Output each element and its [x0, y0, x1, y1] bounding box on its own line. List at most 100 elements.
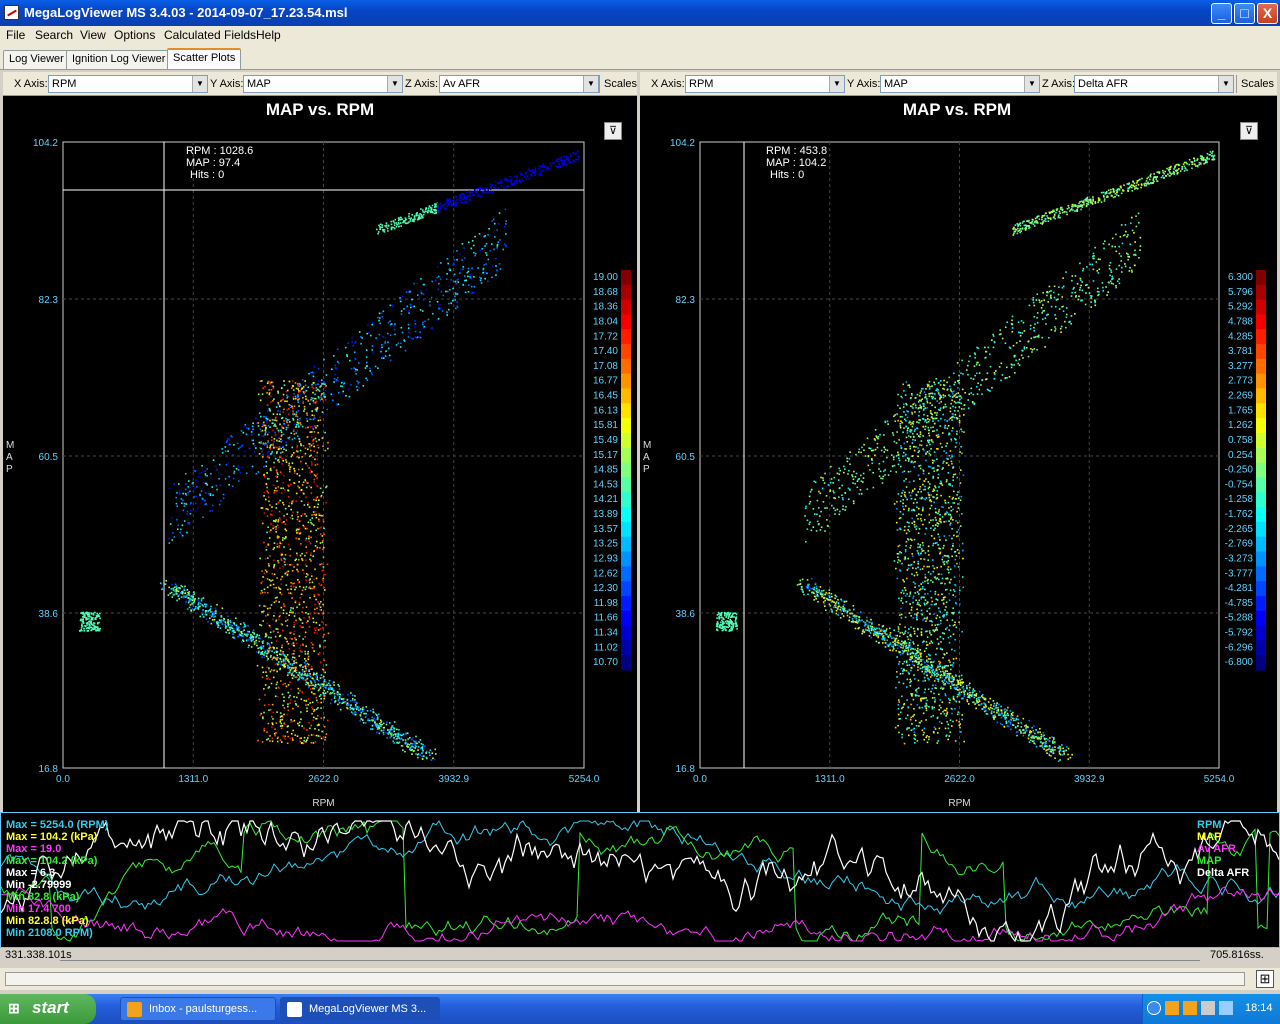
x-tick-label: 3932.9 [1074, 774, 1105, 785]
x-tick-label: 5254.0 [569, 774, 600, 785]
y-tick-label: 104.2 [33, 138, 58, 149]
y-axis-select[interactable]: MAP ▼ [243, 75, 403, 93]
grid-icon[interactable]: ⊞ [1256, 970, 1274, 988]
scales-button[interactable]: Scales [1236, 75, 1278, 93]
color-scale-segment [1256, 329, 1266, 345]
taskbar-item-inbox[interactable]: Inbox - paulsturgess... [120, 997, 276, 1021]
chevron-down-icon: ▼ [387, 76, 402, 92]
color-scale-segment [1256, 625, 1266, 641]
tray-icon[interactable] [1219, 1001, 1233, 1015]
color-scale-label: 1.765 [1228, 405, 1253, 416]
color-scale-segment [621, 447, 631, 464]
color-scale-label: 0.254 [1228, 450, 1253, 461]
color-scale-segment [621, 492, 631, 508]
y-axis-select[interactable]: MAP ▼ [880, 75, 1040, 93]
y-tick-label: 82.3 [676, 295, 696, 306]
close-button[interactable]: X [1257, 3, 1278, 24]
tray-icon[interactable] [1165, 1001, 1179, 1015]
color-scale-segment [1256, 566, 1266, 582]
color-scale-segment [1256, 403, 1266, 419]
color-scale-label: 4.788 [1228, 316, 1253, 327]
color-scale-segment [621, 284, 631, 301]
scatter-canvas[interactable]: 104.282.360.538.616.80.0 1311.0 2622.0 3932… [3, 96, 637, 812]
z-axis-label: Z Axis: [405, 78, 439, 90]
strip-trace [1, 820, 1279, 915]
color-scale-label: 14.53 [593, 479, 618, 490]
time-bar: 331.338.101s 705.816ss. [0, 948, 1280, 964]
menu-view[interactable]: View [80, 28, 106, 42]
color-scale-label: 13.25 [593, 539, 618, 550]
cursor-readout: MAP : 97.4 [186, 157, 240, 169]
color-scale-label: 12.30 [593, 583, 618, 594]
y-axis-label: Y Axis: [847, 78, 881, 90]
log-strip-chart[interactable]: Max = 5254.0 (RPM) Max = 104.2 (kPa) Max =… [0, 812, 1280, 948]
color-scale-segment [1256, 432, 1266, 449]
color-scale-label: 11.02 [594, 642, 619, 653]
x-tick-label: 3932.9 [438, 774, 469, 785]
z-axis-select[interactable]: Av AFR ▼ [439, 75, 599, 93]
x-axis-title: RPM [948, 798, 970, 809]
menu-search[interactable]: Search [35, 28, 73, 42]
minimize-button[interactable]: _ [1211, 3, 1232, 24]
color-scale-label: 3.277 [1228, 361, 1253, 372]
color-scale-label: -6.800 [1225, 657, 1254, 668]
color-scale-label: -3.777 [1225, 568, 1254, 579]
color-scale-segment [621, 566, 631, 582]
color-scale-segment [621, 373, 631, 390]
scatter-plot-left: X Axis: RPM ▼ Y Axis: MAP ▼ Z Axis: Av AFR… [3, 72, 637, 812]
strip-legend-item: Av AFR [1197, 843, 1236, 855]
color-scale-label: 12.93 [593, 553, 618, 564]
menu-file[interactable]: File [6, 28, 25, 42]
color-scale-segment [621, 610, 631, 627]
color-scale-label: 15.17 [593, 450, 618, 461]
menu-options[interactable]: Options [114, 28, 155, 42]
color-scale-label: 2.269 [1228, 391, 1253, 402]
tray-expand-icon[interactable] [1147, 1001, 1161, 1015]
tray-icon[interactable] [1183, 1001, 1197, 1015]
scatter-canvas[interactable]: 104.282.360.538.616.80.0 1311.0 2622.0 3932… [640, 96, 1277, 812]
horizontal-scrollbar[interactable]: ⊞ [0, 968, 1280, 990]
chevron-down-icon: ▼ [1024, 76, 1039, 92]
color-scale-label: 11.66 [594, 613, 619, 624]
x-tick-label: 1311.0 [178, 774, 208, 785]
x-axis-select[interactable]: RPM ▼ [48, 75, 208, 93]
color-scale-label: 16.45 [593, 391, 618, 402]
scales-button[interactable]: Scales [599, 75, 641, 93]
system-tray: 18:14 [1142, 994, 1280, 1024]
tray-icon[interactable] [1201, 1001, 1215, 1015]
color-scale-segment [1256, 299, 1266, 315]
color-scale-label: 14.21 [593, 494, 618, 505]
color-scale-label: 18.36 [593, 302, 618, 313]
color-scale-segment [1256, 581, 1266, 597]
strip-minmax-label: Max = 19.0 [6, 843, 62, 855]
task-label: MegaLogViewer MS 3... [309, 1003, 427, 1015]
color-scale-segment [1256, 507, 1266, 523]
z-axis-value: Delta AFR [1078, 78, 1129, 90]
x-tick-label: 2622.0 [944, 774, 975, 785]
menu-help[interactable]: Help [256, 28, 281, 42]
x-tick-label: 5254.0 [1204, 774, 1235, 785]
z-axis-select[interactable]: Delta AFR ▼ [1074, 75, 1234, 93]
x-axis-select[interactable]: RPM ▼ [685, 75, 845, 93]
app-icon [287, 1002, 302, 1017]
color-scale-label: 13.57 [593, 524, 618, 535]
color-scale-label: -4.785 [1225, 598, 1254, 609]
color-scale-segment [621, 595, 631, 612]
color-scale-label: 0.758 [1228, 435, 1253, 446]
maximize-button[interactable]: □ [1234, 3, 1255, 24]
color-scale-segment [1256, 655, 1266, 671]
cursor-readout: Hits : 0 [770, 169, 804, 181]
tab-ignition-log-viewer[interactable]: Ignition Log Viewer [66, 50, 172, 69]
menu-calculated-fields[interactable]: Calculated Fields [164, 28, 256, 42]
scroll-track[interactable] [5, 972, 1245, 986]
tab-scatter-plots[interactable]: Scatter Plots [167, 48, 242, 69]
taskbar-item-megalogviewer[interactable]: MegaLogViewer MS 3... [280, 997, 440, 1021]
color-scale-label: 2.773 [1228, 376, 1253, 387]
clock: 18:14 [1245, 1002, 1273, 1014]
start-button[interactable]: ⊞ start [0, 994, 96, 1024]
color-scale-label: 19.00 [593, 272, 618, 283]
color-scale-label: 17.72 [593, 331, 618, 342]
color-scale-label: -5.792 [1225, 628, 1254, 639]
tab-log-viewer[interactable]: Log Viewer [3, 50, 70, 69]
color-scale-label: 16.13 [593, 405, 618, 416]
